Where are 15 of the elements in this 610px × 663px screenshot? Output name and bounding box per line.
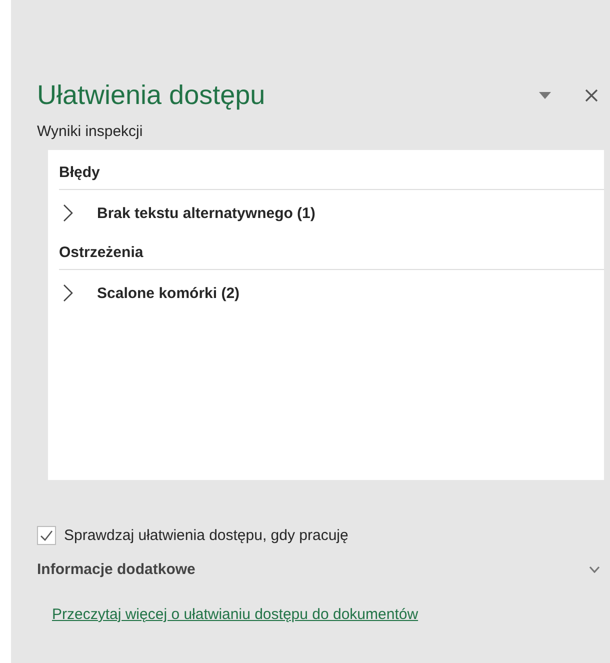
section-label: Wyniki inspekcji	[37, 123, 144, 140]
section-heading[interactable]: Informacje dodatkowe	[37, 561, 196, 578]
help-link[interactable]: Przeczytaj więcej o ułatwianiu dostępu do dokumentów	[52, 606, 418, 623]
checkbox[interactable]	[37, 526, 56, 545]
chevron-icon[interactable]	[63, 284, 73, 302]
chevron-icon[interactable]	[63, 204, 73, 222]
close-icon[interactable]	[585, 89, 598, 102]
group-heading: Ostrzeżenia	[59, 236, 604, 270]
result-item[interactable]: Scalone komórki (2)	[97, 284, 240, 302]
checkbox-label[interactable]: Sprawdzaj ułatwienia dostępu, gdy pracuję	[64, 527, 348, 544]
pane-title: Ułatwienia dostępu	[37, 80, 266, 111]
dropdown-icon[interactable]	[539, 92, 551, 99]
group-heading: Błędy	[59, 156, 604, 190]
checkmark-icon	[40, 530, 53, 541]
result-item[interactable]: Brak tekstu alternatywnego (1)	[97, 204, 316, 222]
